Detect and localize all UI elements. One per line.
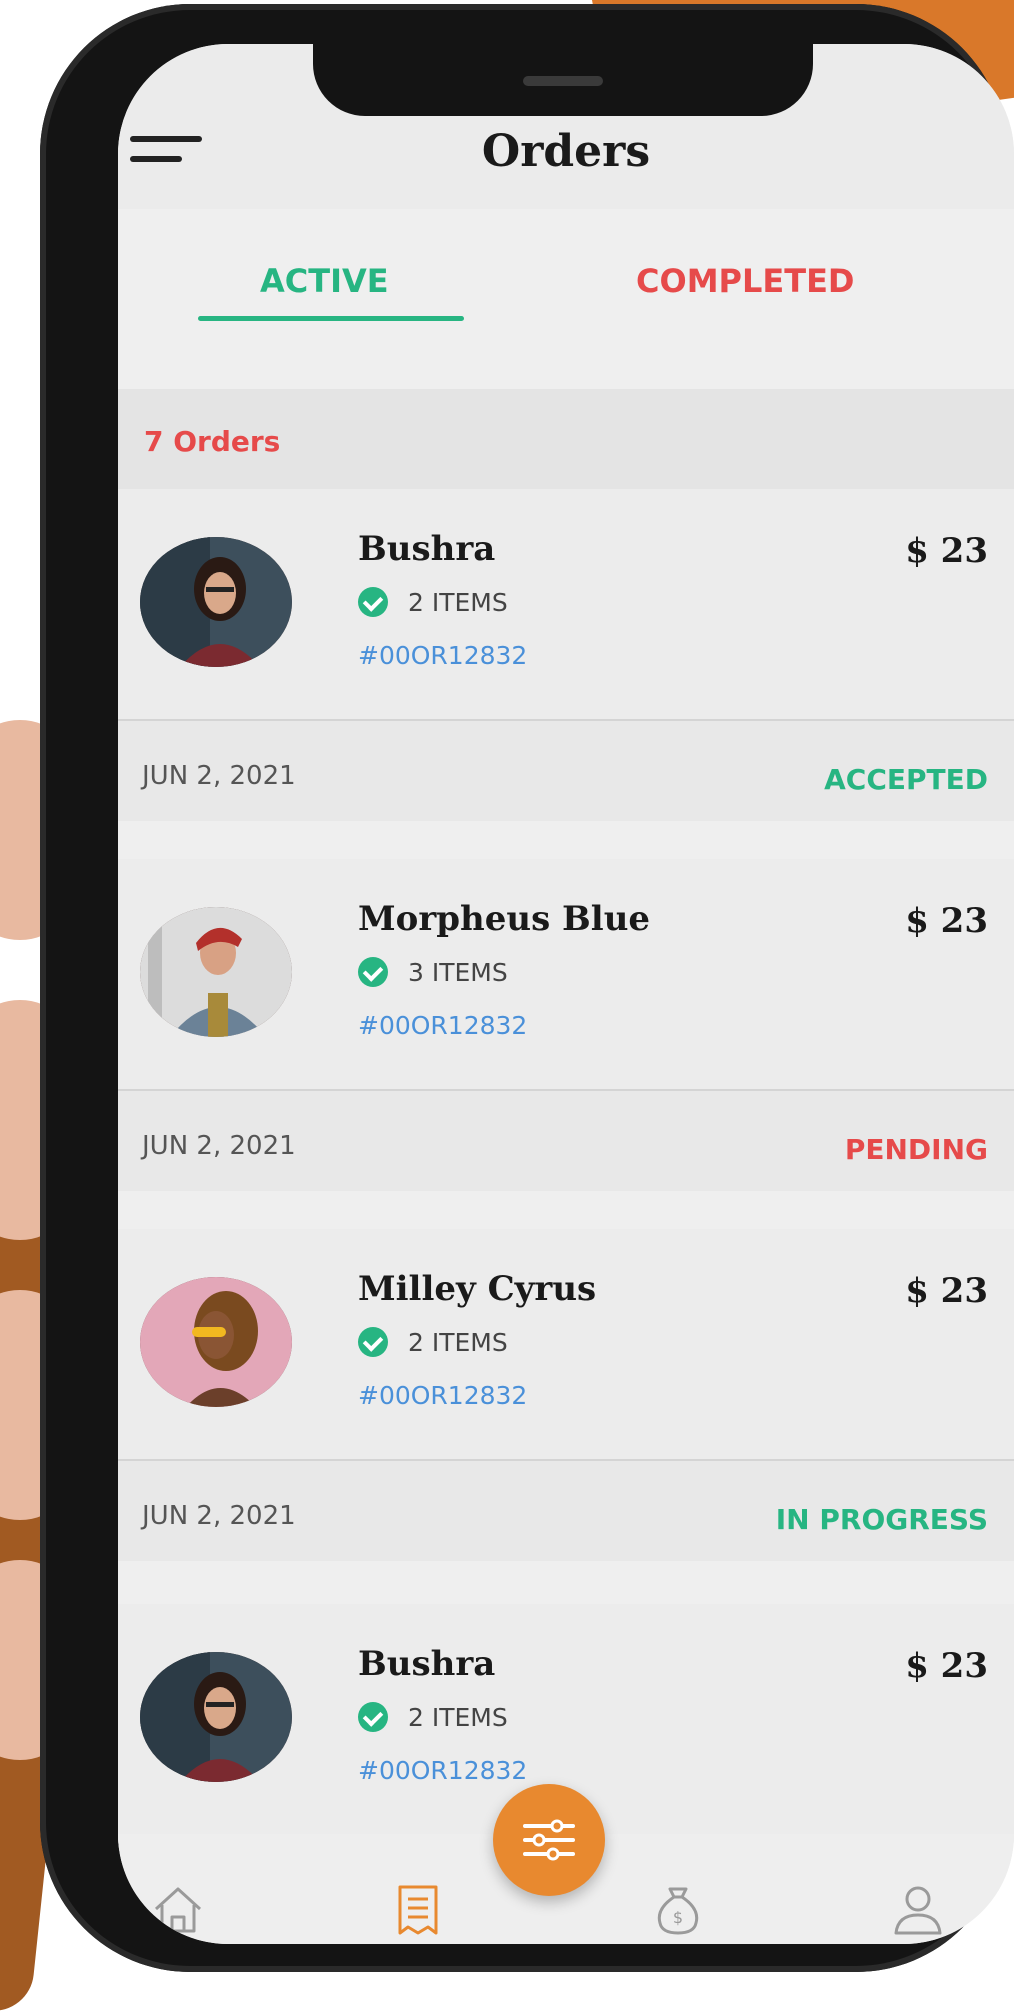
status-badge: ACCEPTED: [824, 763, 988, 796]
active-tab-indicator: [198, 316, 464, 321]
order-info: Bushra $ 23 2 ITEMS #00OR12832: [118, 1604, 1014, 1789]
order-tabs: ACTIVE COMPLETED: [118, 232, 1014, 350]
order-id[interactable]: #00OR12832: [358, 1756, 527, 1785]
order-footer: JUN 2, 2021 IN PROGRESS: [118, 1461, 1014, 1561]
check-circle-icon: [358, 587, 388, 617]
order-info: Milley Cyrus $ 23 2 ITEMS #00OR12832: [118, 1229, 1014, 1414]
user-icon[interactable]: [888, 1879, 948, 1939]
order-id[interactable]: #00OR12832: [358, 1011, 527, 1040]
items-count: 2 ITEMS: [408, 1702, 508, 1732]
order-date: JUN 2, 2021: [142, 761, 296, 791]
order-footer: JUN 2, 2021 ACCEPTED: [118, 721, 1014, 821]
check-circle-icon: [358, 1702, 388, 1732]
order-date: JUN 2, 2021: [142, 1131, 296, 1161]
status-badge: IN PROGRESS: [775, 1503, 988, 1536]
avatar: [140, 1652, 292, 1782]
order-id[interactable]: #00OR12832: [358, 641, 527, 670]
order-info: Bushra $ 23 2 ITEMS #00OR12832: [118, 489, 1014, 674]
order-card[interactable]: Bushra $ 23 2 ITEMS #00OR12832 JUN 2, 20…: [118, 489, 1014, 821]
sliders-filter-icon: [523, 1819, 575, 1861]
order-date: JUN 2, 2021: [142, 1501, 296, 1531]
order-items: 2 ITEMS: [358, 1327, 508, 1357]
status-badge: PENDING: [844, 1133, 988, 1166]
customer-name: Morpheus Blue: [358, 899, 651, 939]
items-count: 2 ITEMS: [408, 1327, 508, 1357]
phone-frame: Orders ACTIVE COMPLETED 7 Orders Bushra …: [40, 4, 1014, 1972]
items-count: 2 ITEMS: [408, 587, 508, 617]
filter-button[interactable]: [493, 1784, 605, 1896]
order-info: Morpheus Blue $ 23 3 ITEMS #00OR12832: [118, 859, 1014, 1044]
order-items: 2 ITEMS: [358, 587, 508, 617]
order-price: $ 23: [905, 1646, 988, 1686]
order-price: $ 23: [905, 901, 988, 941]
order-card[interactable]: Milley Cyrus $ 23 2 ITEMS #00OR12832 JUN…: [118, 1229, 1014, 1561]
home-icon[interactable]: [148, 1879, 208, 1939]
orders-count-bar: 7 Orders: [118, 389, 1014, 489]
page-title: Orders: [481, 126, 651, 177]
order-card[interactable]: Morpheus Blue $ 23 3 ITEMS #00OR12832 JU…: [118, 859, 1014, 1191]
order-price: $ 23: [905, 1271, 988, 1311]
order-price: $ 23: [905, 531, 988, 571]
tab-active[interactable]: ACTIVE: [260, 262, 389, 300]
customer-name: Bushra: [358, 529, 496, 569]
money-bag-icon[interactable]: $: [648, 1879, 708, 1939]
avatar: [140, 537, 292, 667]
phone-notch: [313, 44, 813, 116]
phone-screen: Orders ACTIVE COMPLETED 7 Orders Bushra …: [118, 44, 1014, 1944]
svg-text:$: $: [673, 1908, 683, 1927]
avatar: [140, 907, 292, 1037]
customer-name: Bushra: [358, 1644, 496, 1684]
orders-count: 7 Orders: [144, 425, 281, 458]
order-footer: JUN 2, 2021 PENDING: [118, 1091, 1014, 1191]
orders-receipt-icon[interactable]: [388, 1879, 448, 1939]
tab-completed[interactable]: COMPLETED: [636, 262, 854, 300]
check-circle-icon: [358, 957, 388, 987]
order-items: 3 ITEMS: [358, 957, 508, 987]
avatar: [140, 1277, 292, 1407]
phone-speaker: [523, 76, 603, 86]
customer-name: Milley Cyrus: [358, 1269, 597, 1309]
order-id[interactable]: #00OR12832: [358, 1381, 527, 1410]
order-items: 2 ITEMS: [358, 1702, 508, 1732]
check-circle-icon: [358, 1327, 388, 1357]
items-count: 3 ITEMS: [408, 957, 508, 987]
